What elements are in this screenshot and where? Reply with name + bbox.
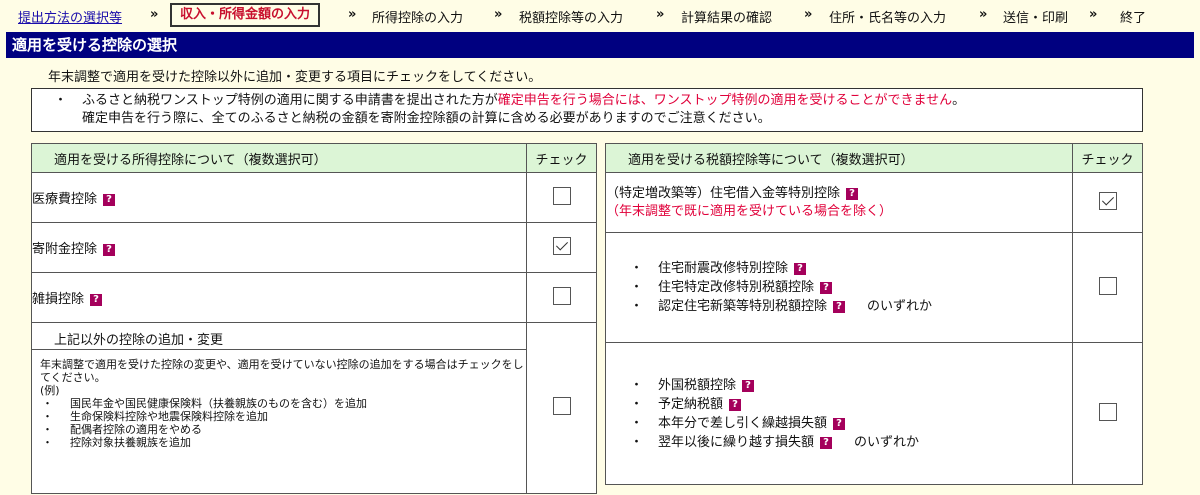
breadcrumb-separator: » <box>979 7 988 22</box>
housing-loan-credit-label: （特定増改築等）住宅借入金等特別控除? （年末調整で既に適用を受けている場合を除… <box>604 172 1074 233</box>
tax-credit-header: 適用を受ける税額控除等について（複数選択可） <box>604 143 1074 173</box>
medical-expense-deduction-label: 医療費控除? <box>30 172 528 223</box>
help-icon[interactable]: ? <box>820 282 833 294</box>
help-icon[interactable]: ? <box>742 379 755 392</box>
breadcrumb-step-income-current: 収入・所得金額の入力 <box>170 3 321 27</box>
credit-item-text: 予定納税額 <box>658 396 724 412</box>
other-deduction-desc-text: 年末調整で適用を受けた控除の変更や、適用を受けていない控除の追加をする場合はチェ… <box>40 358 524 384</box>
breadcrumb-step-end: 終了 <box>1120 11 1147 26</box>
casualty-loss-label-text: 雑損控除 <box>32 292 85 307</box>
breadcrumb-separator: » <box>804 7 813 22</box>
credit-item-text: 翌年以後に繰り越す損失額 <box>658 434 815 450</box>
renovation-credit-group: 住宅耐震改修特別控除? 住宅特定改修特別税額控除? 認定住宅新築等特別税額控除?… <box>604 232 1074 343</box>
medical-expense-checkbox[interactable] <box>552 186 571 205</box>
credit-item-loss-carryforward-current: 本年分で差し引く繰越損失額? <box>606 414 1072 433</box>
breadcrumb: 提出方法の選択等 » 収入・所得金額の入力 » 所得控除の入力 » 税額控除等の… <box>0 0 1200 30</box>
breadcrumb-separator: » <box>150 7 159 22</box>
help-icon[interactable]: ? <box>833 301 846 313</box>
breadcrumb-separator: » <box>348 7 357 22</box>
help-icon[interactable]: ? <box>729 398 742 411</box>
income-deduction-header: 適用を受ける所得控除について（複数選択可） <box>30 143 528 173</box>
foreign-tax-credit-group: 外国税額控除? 予定納税額? 本年分で差し引く繰越損失額? 翌年以後に繰り越す損… <box>604 342 1074 485</box>
check-column-header: チェック <box>526 143 597 173</box>
page-title: 適用を受ける控除の選択 <box>6 32 1194 58</box>
breadcrumb-separator: » <box>1089 7 1098 22</box>
credit-item-seismic: 住宅耐震改修特別控除? <box>606 259 1072 278</box>
help-icon[interactable]: ? <box>103 244 116 256</box>
casualty-loss-deduction-label: 雑損控除? <box>30 272 528 323</box>
donation-checkbox[interactable] <box>552 236 571 255</box>
notice-line-2: 確定申告を行う際に、全てのふるさと納税の金額を寄附金控除額の計算に含める必要があ… <box>82 111 771 126</box>
tax-credit-table: 適用を受ける税額控除等について（複数選択可） チェック （特定増改築等）住宅借入… <box>604 143 1143 485</box>
medical-expense-label-text: 医療費控除 <box>32 192 98 207</box>
help-icon[interactable]: ? <box>820 436 833 449</box>
credit-item-foreign-tax: 外国税額控除? <box>606 376 1072 395</box>
example-item: 国民年金や国民健康保険料（扶養親族のものを含む）を追加 <box>40 397 526 410</box>
furusato-notice: ・ ふるさと納税ワンストップ特例の適用に関する申請書を提出された方が確定申告を行… <box>31 88 1143 132</box>
example-item: 生命保険料控除や地震保険料控除を追加 <box>40 410 526 423</box>
casualty-loss-checkbox[interactable] <box>552 286 571 305</box>
help-icon[interactable]: ? <box>833 417 846 430</box>
notice-line-1-end: 。 <box>952 93 966 108</box>
credit-item-loss-carryforward-next: 翌年以後に繰り越す損失額? のいずれか <box>606 433 1072 452</box>
breadcrumb-step-income-deduction: 所得控除の入力 <box>372 11 464 26</box>
housing-loan-check-cell <box>1072 172 1143 233</box>
example-item: 控除対象扶養親族を追加 <box>40 436 526 449</box>
notice-line-1: ふるさと納税ワンストップ特例の適用に関する申請書を提出された方が確定申告を行う場… <box>54 92 1142 110</box>
breadcrumb-separator: » <box>656 7 665 22</box>
instruction-text: 年末調整で適用を受けた控除以外に追加・変更する項目にチェックをしてください。 <box>48 70 542 85</box>
example-list: 国民年金や国民健康保険料（扶養親族のものを含む）を追加 生命保険料控除や地震保険… <box>40 397 526 449</box>
renovation-credit-checkbox[interactable] <box>1098 276 1117 295</box>
renovation-credit-check-cell <box>1072 232 1143 343</box>
housing-loan-note: （年末調整で既に適用を受けている場合を除く） <box>606 203 893 219</box>
check-column-header: チェック <box>1072 143 1143 173</box>
credit-item-specific-renovation: 住宅特定改修特別税額控除? <box>606 278 1072 297</box>
example-item: 配偶者控除の適用をやめる <box>40 423 526 436</box>
breadcrumb-step-result: 計算結果の確認 <box>681 11 773 26</box>
casualty-loss-check-cell <box>526 272 597 323</box>
other-deduction-title: 上記以外の控除の追加・変更 <box>54 333 224 348</box>
credit-item-text: 認定住宅新築等特別税額控除 <box>658 299 828 314</box>
credit-item-text: 本年分で差し引く繰越損失額 <box>658 415 828 431</box>
credit-item-text: 住宅耐震改修特別控除 <box>658 261 789 276</box>
income-deduction-table: 適用を受ける所得控除について（複数選択可） チェック 医療費控除? 寄附金控除?… <box>30 143 597 494</box>
breadcrumb-step-send-print: 送信・印刷 <box>1003 11 1069 26</box>
foreign-tax-credit-checkbox[interactable] <box>1098 402 1117 421</box>
credit-item-prepaid-tax: 予定納税額? <box>606 395 1072 414</box>
credit-item-certified-housing: 認定住宅新築等特別税額控除? のいずれか <box>606 297 1072 316</box>
other-deduction-cell: 上記以外の控除の追加・変更 年末調整で適用を受けた控除の変更や、適用を受けていな… <box>30 322 528 494</box>
credit-item-text: 外国税額控除 <box>658 377 737 393</box>
donation-label-text: 寄附金控除 <box>32 242 98 257</box>
other-deduction-checkbox[interactable] <box>552 397 571 415</box>
example-label: (例) <box>40 384 60 397</box>
breadcrumb-step-tax-credit: 税額控除等の入力 <box>519 11 624 26</box>
renovation-credit-list: 住宅耐震改修特別控除? 住宅特定改修特別税額控除? 認定住宅新築等特別税額控除?… <box>606 259 1072 316</box>
foreign-tax-credit-list: 外国税額控除? 予定納税額? 本年分で差し引く繰越損失額? 翌年以後に繰り越す損… <box>606 376 1072 452</box>
other-deduction-description: 年末調整で適用を受けた控除の変更や、適用を受けていない控除の追加をする場合はチェ… <box>32 349 527 493</box>
help-icon[interactable]: ? <box>794 263 807 275</box>
either-suffix: のいずれか <box>867 299 933 314</box>
notice-line-1-text: ふるさと納税ワンストップ特例の適用に関する申請書を提出された方が <box>82 93 498 108</box>
help-icon[interactable]: ? <box>90 294 103 306</box>
housing-loan-label-text: （特定増改築等）住宅借入金等特別控除 <box>606 185 841 201</box>
notice-bullet: ・ <box>54 93 68 108</box>
help-icon[interactable]: ? <box>846 187 859 200</box>
breadcrumb-separator: » <box>494 7 503 22</box>
breadcrumb-step-address: 住所・氏名等の入力 <box>829 11 947 26</box>
notice-warning-text: 確定申告を行う場合には、ワンストップ特例の適用を受けることができません <box>497 93 953 108</box>
other-deduction-check-cell <box>526 322 597 494</box>
breadcrumb-step-method[interactable]: 提出方法の選択等 <box>18 7 122 26</box>
help-icon[interactable]: ? <box>103 194 116 206</box>
housing-loan-checkbox[interactable] <box>1098 191 1117 210</box>
foreign-tax-credit-check-cell <box>1072 342 1143 485</box>
donation-check-cell <box>526 222 597 273</box>
either-suffix: のいずれか <box>854 434 920 450</box>
credit-item-text: 住宅特定改修特別税額控除 <box>658 280 815 295</box>
medical-expense-check-cell <box>526 172 597 223</box>
donation-deduction-label: 寄附金控除? <box>30 222 528 273</box>
